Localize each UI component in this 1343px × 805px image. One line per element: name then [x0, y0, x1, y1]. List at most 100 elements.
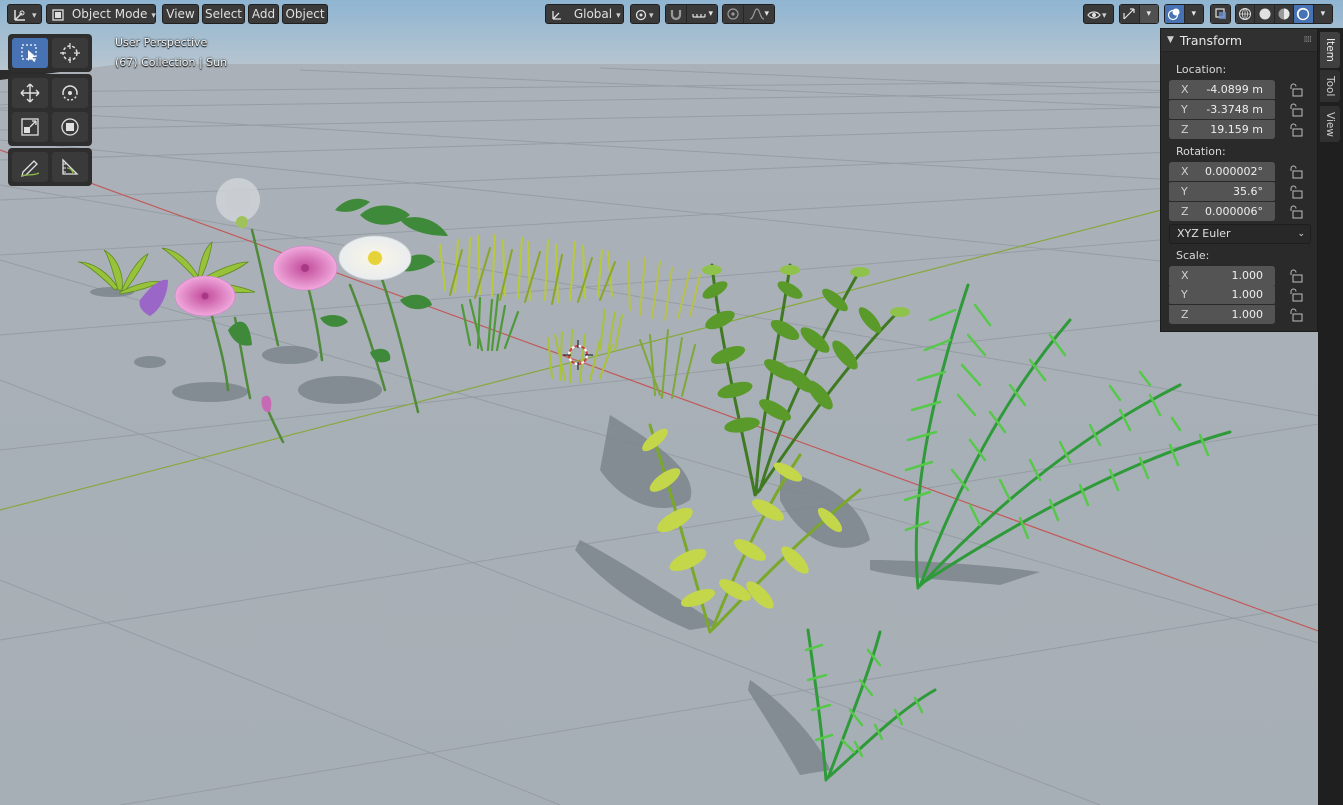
toolbar-select-group — [8, 34, 92, 72]
annotate-pencil-icon — [21, 160, 40, 177]
shading-dropdown[interactable]: ▾ — [1313, 5, 1332, 23]
field-value: -3.3748 m — [1206, 103, 1263, 116]
tab-tool[interactable]: Tool — [1320, 70, 1340, 102]
tool-scale[interactable] — [12, 112, 48, 142]
daisy-flower — [338, 235, 412, 281]
transform-panel-header[interactable]: ▼ Transform ⁞⁞⁞⁞ — [1161, 29, 1317, 52]
lock-icon[interactable] — [1288, 103, 1304, 117]
proportional-edit-icon — [727, 8, 739, 20]
gizmo-icon — [1123, 8, 1135, 20]
orientation-label: Global — [573, 7, 613, 21]
viewport-scene[interactable] — [0, 0, 1343, 805]
shading-solid[interactable] — [1255, 5, 1275, 23]
overlay-toggle[interactable] — [1165, 5, 1185, 23]
axis-label: X — [1181, 83, 1189, 96]
proportional-group: ▾ — [722, 4, 775, 24]
falloff-curve-icon — [749, 8, 764, 20]
lock-icon[interactable] — [1288, 288, 1304, 302]
axis-label: X — [1181, 269, 1189, 282]
gizmo-toggle[interactable] — [1120, 5, 1140, 23]
field-value: 1.000 — [1231, 308, 1264, 321]
sidebar-transform-panel: ▼ Transform ⁞⁞⁞⁞ Location: X -4.0899 m Y -… — [1160, 28, 1318, 332]
scale-y-field[interactable]: Y 1.000 — [1169, 285, 1275, 304]
rotation-y-field[interactable]: Y 35.6° — [1169, 182, 1275, 201]
field-value: -4.0899 m — [1206, 83, 1263, 96]
axis-label: Z — [1181, 205, 1189, 218]
rotation-z-field[interactable]: Z 0.000006° — [1169, 202, 1275, 221]
scale-label: Scale: — [1176, 249, 1210, 262]
menu-add[interactable]: Add — [248, 4, 279, 24]
tool-select-box[interactable] — [12, 38, 48, 68]
tab-item[interactable]: Item — [1320, 32, 1340, 68]
overlay-icon — [1168, 8, 1180, 21]
view-perspective-label: User Perspective — [115, 36, 208, 49]
location-x-field[interactable]: X -4.0899 m — [1169, 80, 1275, 99]
proportional-toggle[interactable] — [723, 5, 744, 23]
field-value: 0.000002° — [1205, 165, 1263, 178]
xray-icon — [1214, 8, 1226, 19]
rendered-sphere-icon — [1297, 7, 1310, 21]
rotation-x-field[interactable]: X 0.000002° — [1169, 162, 1275, 181]
falloff-button[interactable]: ▾ — [743, 5, 774, 23]
tool-move[interactable] — [12, 78, 48, 108]
menu-view[interactable]: View — [162, 4, 199, 24]
snap-toggle[interactable] — [666, 5, 687, 23]
axis-label: Z — [1181, 308, 1189, 321]
scale-x-field[interactable]: X 1.000 — [1169, 266, 1275, 285]
magnet-icon — [670, 10, 681, 21]
pivot-point-button[interactable]: ▾ — [630, 4, 660, 24]
gizmo-group: ▾ — [1119, 4, 1159, 24]
transform-orientation-selector[interactable]: Global ▾ — [545, 4, 624, 24]
tab-view[interactable]: View — [1320, 106, 1340, 142]
editor-type-button[interactable]: ▾ — [7, 4, 42, 24]
field-value: 0.000006° — [1205, 205, 1263, 218]
mode-selector[interactable]: Object Mode ▾ — [46, 4, 156, 24]
drag-grip-icon[interactable]: ⁞⁞⁞⁞ — [1304, 35, 1313, 45]
tool-measure[interactable] — [52, 152, 88, 182]
scale-z-field[interactable]: Z 1.000 — [1169, 305, 1275, 324]
solid-sphere-icon — [1259, 8, 1271, 20]
scale-icon — [21, 118, 39, 136]
lock-icon[interactable] — [1288, 205, 1304, 219]
axis-label: X — [1181, 165, 1189, 178]
pivot-point-icon — [635, 9, 647, 20]
axis-label: Z — [1181, 123, 1189, 136]
lock-icon[interactable] — [1288, 123, 1304, 137]
orientation-icon — [552, 10, 561, 20]
lock-icon[interactable] — [1288, 308, 1304, 322]
rotation-mode-select[interactable]: XYZ Euler ⌄ — [1169, 224, 1311, 244]
lock-icon[interactable] — [1288, 185, 1304, 199]
object-mode-icon — [52, 8, 64, 21]
tool-transform[interactable] — [52, 112, 88, 142]
lock-icon[interactable] — [1288, 165, 1304, 179]
xray-toggle[interactable] — [1211, 5, 1230, 23]
sidebar-tabs: Item Tool View — [1318, 28, 1343, 805]
visibility-button[interactable]: ▾ — [1083, 4, 1114, 24]
ground-plane — [0, 64, 1343, 805]
eye-icon — [1087, 10, 1101, 19]
overlay-dropdown[interactable]: ▾ — [1184, 5, 1203, 23]
snap-increment-icon — [691, 14, 706, 18]
3d-viewport[interactable]: User Perspective (67) Collection | Sun — [0, 0, 1343, 805]
collapse-triangle-icon[interactable]: ▼ — [1167, 35, 1174, 45]
pink-flower-large — [272, 245, 338, 291]
tool-rotate[interactable] — [52, 78, 88, 108]
lock-icon[interactable] — [1288, 269, 1304, 283]
location-z-field[interactable]: Z 19.159 m — [1169, 120, 1275, 139]
gizmo-dropdown[interactable]: ▾ — [1139, 5, 1158, 23]
wireframe-sphere-icon — [1239, 8, 1252, 20]
axis-label: Y — [1181, 288, 1188, 301]
snap-target-button[interactable]: ▾ — [686, 5, 717, 23]
tool-cursor[interactable] — [52, 38, 88, 68]
menu-select[interactable]: Select — [202, 4, 245, 24]
tool-annotate[interactable] — [12, 152, 48, 182]
shading-material[interactable] — [1274, 5, 1295, 23]
field-value: 35.6° — [1233, 185, 1263, 198]
shading-wireframe[interactable] — [1236, 5, 1256, 23]
toolbar-annotate-group — [8, 148, 92, 186]
lock-icon[interactable] — [1288, 83, 1304, 97]
field-value: 19.159 m — [1210, 123, 1263, 136]
shading-rendered[interactable] — [1294, 5, 1314, 23]
menu-object[interactable]: Object — [282, 4, 328, 24]
location-y-field[interactable]: Y -3.3748 m — [1169, 100, 1275, 119]
